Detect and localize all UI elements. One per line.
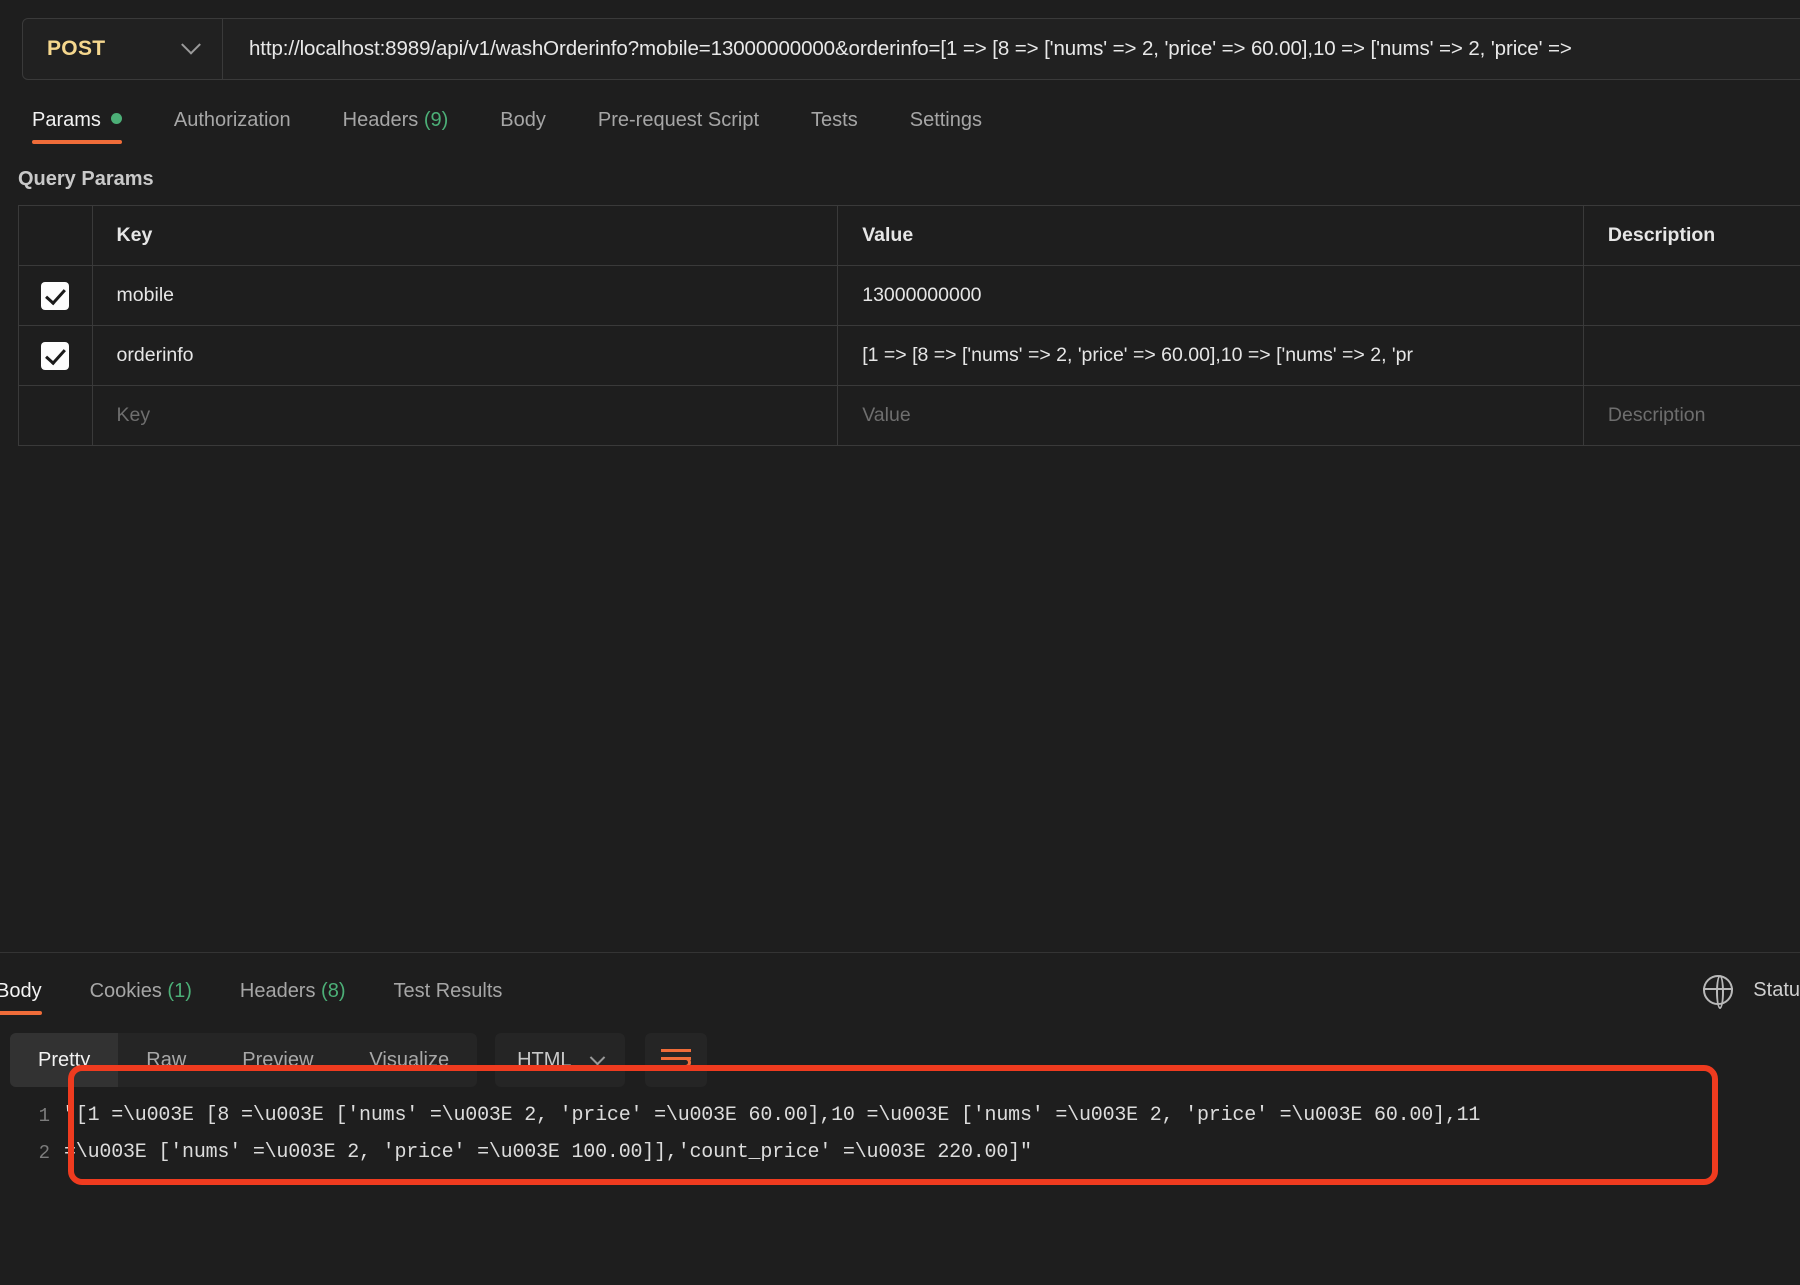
tab-body[interactable]: Body [474,109,572,152]
row-value-placeholder[interactable]: Value [838,386,1584,445]
row-value[interactable]: 13000000000 [838,266,1584,325]
row-description-placeholder[interactable]: Description [1584,386,1800,445]
table-row[interactable]: mobile 13000000000 [19,266,1800,326]
row-key[interactable]: mobile [93,266,839,325]
code-line: 2 =\u003E ['nums' =\u003E 2, 'price' =\u… [0,1134,1800,1171]
tab-pre-request-script-label: Pre-request Script [597,109,760,131]
view-pretty[interactable]: Pretty [10,1033,119,1087]
url-input[interactable]: http://localhost:8989/api/v1/washOrderin… [223,37,1800,61]
line-content: =\u003E ['nums' =\u003E 2, 'price' =\u00… [64,1141,1032,1164]
tab-authorization[interactable]: Authorization [148,109,317,152]
globe-icon[interactable] [1703,975,1734,1009]
response-tab-body-label: Body [0,980,42,1002]
view-preview[interactable]: Preview [214,1033,341,1087]
tab-authorization-label: Authorization [173,109,291,131]
wrap-text-icon [660,1049,691,1071]
table-row-empty[interactable]: Key Value Description [19,386,1800,446]
row-description[interactable] [1584,266,1800,325]
wrap-lines-button[interactable] [644,1033,707,1087]
header-description: Description [1584,206,1800,265]
tab-params-label: Params [32,109,101,131]
tab-settings-label: Settings [909,109,982,131]
row-key-placeholder[interactable]: Key [93,386,839,445]
response-tab-cookies-label: Cookies [89,980,162,1002]
response-tab-test-results-label: Test Results [393,980,503,1002]
http-method-selector[interactable]: POST [23,19,223,79]
response-tabs: Body Cookies (1) Headers (8) Test Result… [0,953,1800,1021]
header-value: Value [838,206,1584,265]
url-bar: POST http://localhost:8989/api/v1/washOr… [22,18,1800,80]
language-selector-label: HTML [517,1048,572,1071]
header-key: Key [93,206,839,265]
response-tab-cookies[interactable]: Cookies (1) [66,980,216,1021]
chevron-down-icon [181,34,201,55]
chevron-down-icon [589,1049,605,1065]
row-value[interactable]: [1 => [8 => ['nums' => 2, 'price' => 60.… [838,326,1584,385]
response-viewer-toolbar: Pretty Raw Preview Visualize HTML [0,1021,1800,1087]
http-method-label: POST [47,37,106,60]
header-checkbox-cell [19,206,93,265]
status-badge: Statu [1753,978,1800,1001]
row-description[interactable] [1584,326,1800,385]
tab-params[interactable]: Params [32,109,148,152]
response-body-code[interactable]: 1 "[1 =\u003E [8 =\u003E ['nums' =\u003E… [0,1065,1800,1185]
response-status-group: Statu [1703,975,1800,1009]
table-row[interactable]: orderinfo [1 => [8 => ['nums' => 2, 'pri… [19,326,1800,386]
table-header-row: Key Value Description [19,206,1800,266]
tab-settings[interactable]: Settings [884,109,1008,152]
row-checkbox-cell-empty[interactable] [19,386,93,445]
row-checkbox-cell[interactable] [19,266,93,325]
view-raw[interactable]: Raw [118,1033,214,1087]
response-tab-cookies-count: (1) [167,980,192,1002]
response-view-segment: Pretty Raw Preview Visualize [10,1033,478,1087]
query-params-title: Query Params [18,168,154,190]
response-tab-headers-count: (8) [321,980,346,1002]
url-bar-container: POST http://localhost:8989/api/v1/washOr… [0,0,1800,80]
params-modified-dot-icon [110,113,122,124]
tab-pre-request-script[interactable]: Pre-request Script [572,109,785,152]
checkbox-checked-icon[interactable] [41,341,70,370]
tab-body-label: Body [500,109,546,131]
tab-tests-label: Tests [811,109,858,131]
language-selector[interactable]: HTML [495,1033,625,1087]
view-visualize[interactable]: Visualize [341,1033,477,1087]
response-tab-test-results[interactable]: Test Results [370,980,527,1021]
query-params-table: Key Value Description mobile 13000000000… [18,205,1800,446]
line-number: 1 [38,1104,50,1127]
tab-headers[interactable]: Headers (9) [317,109,475,152]
tab-tests[interactable]: Tests [785,109,884,152]
response-tab-body[interactable]: Body [0,980,66,1021]
response-tab-headers[interactable]: Headers (8) [216,980,370,1021]
row-checkbox-cell[interactable] [19,326,93,385]
line-number: 2 [38,1141,50,1164]
row-key[interactable]: orderinfo [93,326,839,385]
response-pane: Body Cookies (1) Headers (8) Test Result… [0,952,1800,1185]
tab-headers-label: Headers [342,109,419,131]
request-tabs: Params Authorization Headers (9) Body Pr… [0,80,1800,152]
tab-headers-count: (9) [423,109,449,131]
checkbox-checked-icon[interactable] [41,281,70,310]
code-line: 1 "[1 =\u003E [8 =\u003E ['nums' =\u003E… [0,1097,1800,1134]
response-tab-headers-label: Headers [239,980,316,1002]
line-content: "[1 =\u003E [8 =\u003E ['nums' =\u003E 2… [64,1104,1481,1127]
